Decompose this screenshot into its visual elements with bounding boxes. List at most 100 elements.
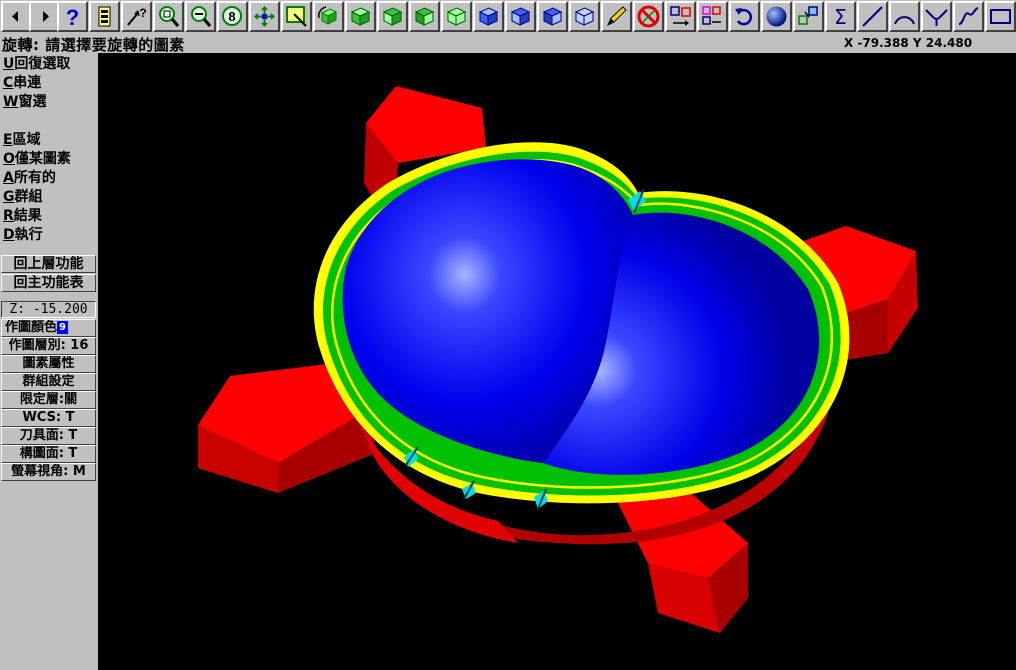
- mask-button[interactable]: 限定層:關: [1, 391, 96, 409]
- screen-view-button[interactable]: 螢幕視角: M: [1, 463, 96, 481]
- memory-button[interactable]: [89, 1, 120, 32]
- menu-item-label: 回復選取: [14, 56, 71, 72]
- level-setting-button[interactable]: 作圖層別: 16: [1, 337, 96, 355]
- select-window-button[interactable]: [281, 1, 312, 32]
- cube-green-icon: [382, 7, 403, 26]
- menu-item-label: 串連: [13, 75, 42, 91]
- view-top-button[interactable]: [345, 1, 376, 32]
- zoom-8-icon: 8: [222, 6, 242, 26]
- view-iso-button[interactable]: [441, 1, 472, 32]
- prev-page-button[interactable]: [1, 1, 32, 32]
- pan-button[interactable]: [249, 1, 280, 32]
- menu-item-label: 群組: [14, 189, 43, 205]
- menu-item-key: U: [3, 56, 15, 72]
- construction-plane-button[interactable]: 構圖面: T: [1, 445, 96, 463]
- menu-item-label: 僅某圖素: [14, 151, 71, 167]
- pointer-question-icon: ?: [127, 6, 147, 26]
- copy-button[interactable]: [697, 1, 728, 32]
- svg-text:?: ?: [66, 5, 79, 29]
- color-setting-button[interactable]: 作圖顏色 9: [1, 319, 96, 337]
- cplane-front-button[interactable]: [505, 1, 536, 32]
- view-front-button[interactable]: [377, 1, 408, 32]
- cplane-top-button[interactable]: [473, 1, 504, 32]
- coordinate-readout: X -79.388 Y 24.480: [844, 36, 973, 50]
- menu-item-key: C: [3, 75, 14, 91]
- pencil-icon: [607, 6, 627, 27]
- battery-icon: [98, 6, 111, 27]
- sigma-icon: Σ: [834, 5, 847, 29]
- menu-item-key: D: [3, 227, 15, 243]
- zoom-window-icon: [159, 6, 180, 27]
- wcs-button[interactable]: WCS: T: [1, 409, 96, 427]
- cube-blue-icon: [574, 7, 595, 26]
- translate-button[interactable]: [665, 1, 696, 32]
- rotate-view-button[interactable]: [313, 1, 344, 32]
- group-boxes-icon: [798, 6, 818, 25]
- cplane-3d-button[interactable]: [569, 1, 600, 32]
- menu-item-key: O: [3, 151, 15, 167]
- line-button[interactable]: [857, 1, 888, 32]
- clear-color-button[interactable]: [601, 1, 632, 32]
- cplane-side-button[interactable]: [537, 1, 568, 32]
- menu-item-area[interactable]: E區域: [3, 131, 41, 150]
- back-level-button[interactable]: 回上層功能: [1, 255, 96, 273]
- main-menu-button[interactable]: 回主功能表: [1, 274, 96, 292]
- zoom-out-button[interactable]: [185, 1, 216, 32]
- arrow-left-icon: [12, 11, 18, 22]
- rectangle-button[interactable]: [985, 1, 1016, 32]
- arrow-right-icon: [43, 11, 49, 22]
- menu-item-label: 結果: [13, 208, 42, 224]
- question-icon: ?: [66, 5, 79, 29]
- zoom-8-button[interactable]: 8: [217, 1, 248, 32]
- delete-button[interactable]: [633, 1, 664, 32]
- menu-item-done[interactable]: D執行: [3, 226, 43, 245]
- menu-item-chain[interactable]: C串連: [3, 74, 41, 93]
- shading-button[interactable]: [761, 1, 792, 32]
- left-menu: U回復選取 C串連 W窗選 E區域 O僅某圖素 A所有的 G群組 R結果 D執行…: [0, 53, 98, 670]
- graphics-viewport[interactable]: [98, 53, 1016, 670]
- next-page-button[interactable]: [29, 1, 60, 32]
- attributes-button[interactable]: 圖素屬性: [1, 355, 96, 373]
- prompt-text: 旋轉: 請選擇要旋轉的圖素: [2, 36, 185, 54]
- no-entry-icon: [637, 5, 660, 28]
- sphere-icon: [766, 6, 787, 27]
- menu-item-window[interactable]: W窗選: [3, 93, 46, 112]
- menu-item-result[interactable]: R結果: [3, 207, 42, 226]
- undo-button[interactable]: [729, 1, 760, 32]
- rotate-cube-icon: [317, 6, 338, 25]
- cube-blue-icon: [510, 7, 531, 26]
- menu-item-only[interactable]: O僅某圖素: [3, 150, 71, 169]
- arc-icon: [894, 16, 915, 25]
- fillet-button[interactable]: [921, 1, 952, 32]
- line-icon: [862, 6, 883, 27]
- help-button[interactable]: ?: [57, 1, 88, 32]
- svg-text:?: ?: [139, 6, 146, 20]
- zoom-window-button[interactable]: [153, 1, 184, 32]
- undo-arrow-icon: [735, 8, 753, 26]
- cube-green-icon: [350, 7, 371, 26]
- svg-text:Σ: Σ: [834, 5, 847, 29]
- menu-item-label: 所有的: [13, 170, 56, 186]
- menu-item-key: R: [3, 208, 14, 224]
- toolbar: ? ? 8 Σ: [0, 0, 1016, 33]
- group-setup-button[interactable]: 群組設定: [1, 373, 96, 391]
- view-side-button[interactable]: [409, 1, 440, 32]
- group-button[interactable]: [793, 1, 824, 32]
- menu-item-label: 窗選: [18, 94, 47, 110]
- menu-item-group[interactable]: G群組: [3, 188, 43, 207]
- menu-item-key: A: [3, 170, 14, 186]
- select-box-icon: [286, 6, 307, 27]
- menu-item-unselect[interactable]: U回復選取: [3, 55, 70, 74]
- menu-item-all[interactable]: A所有的: [3, 169, 56, 188]
- tool-plane-button[interactable]: 刀具面: T: [1, 427, 96, 445]
- spline-button[interactable]: [953, 1, 984, 32]
- menu-item-key: E: [3, 132, 13, 148]
- color-setting-label: 作圖顏色: [5, 320, 58, 335]
- copy-boxes-icon: [702, 6, 721, 25]
- z-depth-field[interactable]: Z: -15.200: [1, 301, 96, 318]
- sum-button[interactable]: Σ: [825, 1, 856, 32]
- arc-button[interactable]: [889, 1, 920, 32]
- translate-icon: [670, 6, 691, 26]
- rectangle-icon: [990, 9, 1011, 24]
- analyze-button[interactable]: ?: [121, 1, 152, 32]
